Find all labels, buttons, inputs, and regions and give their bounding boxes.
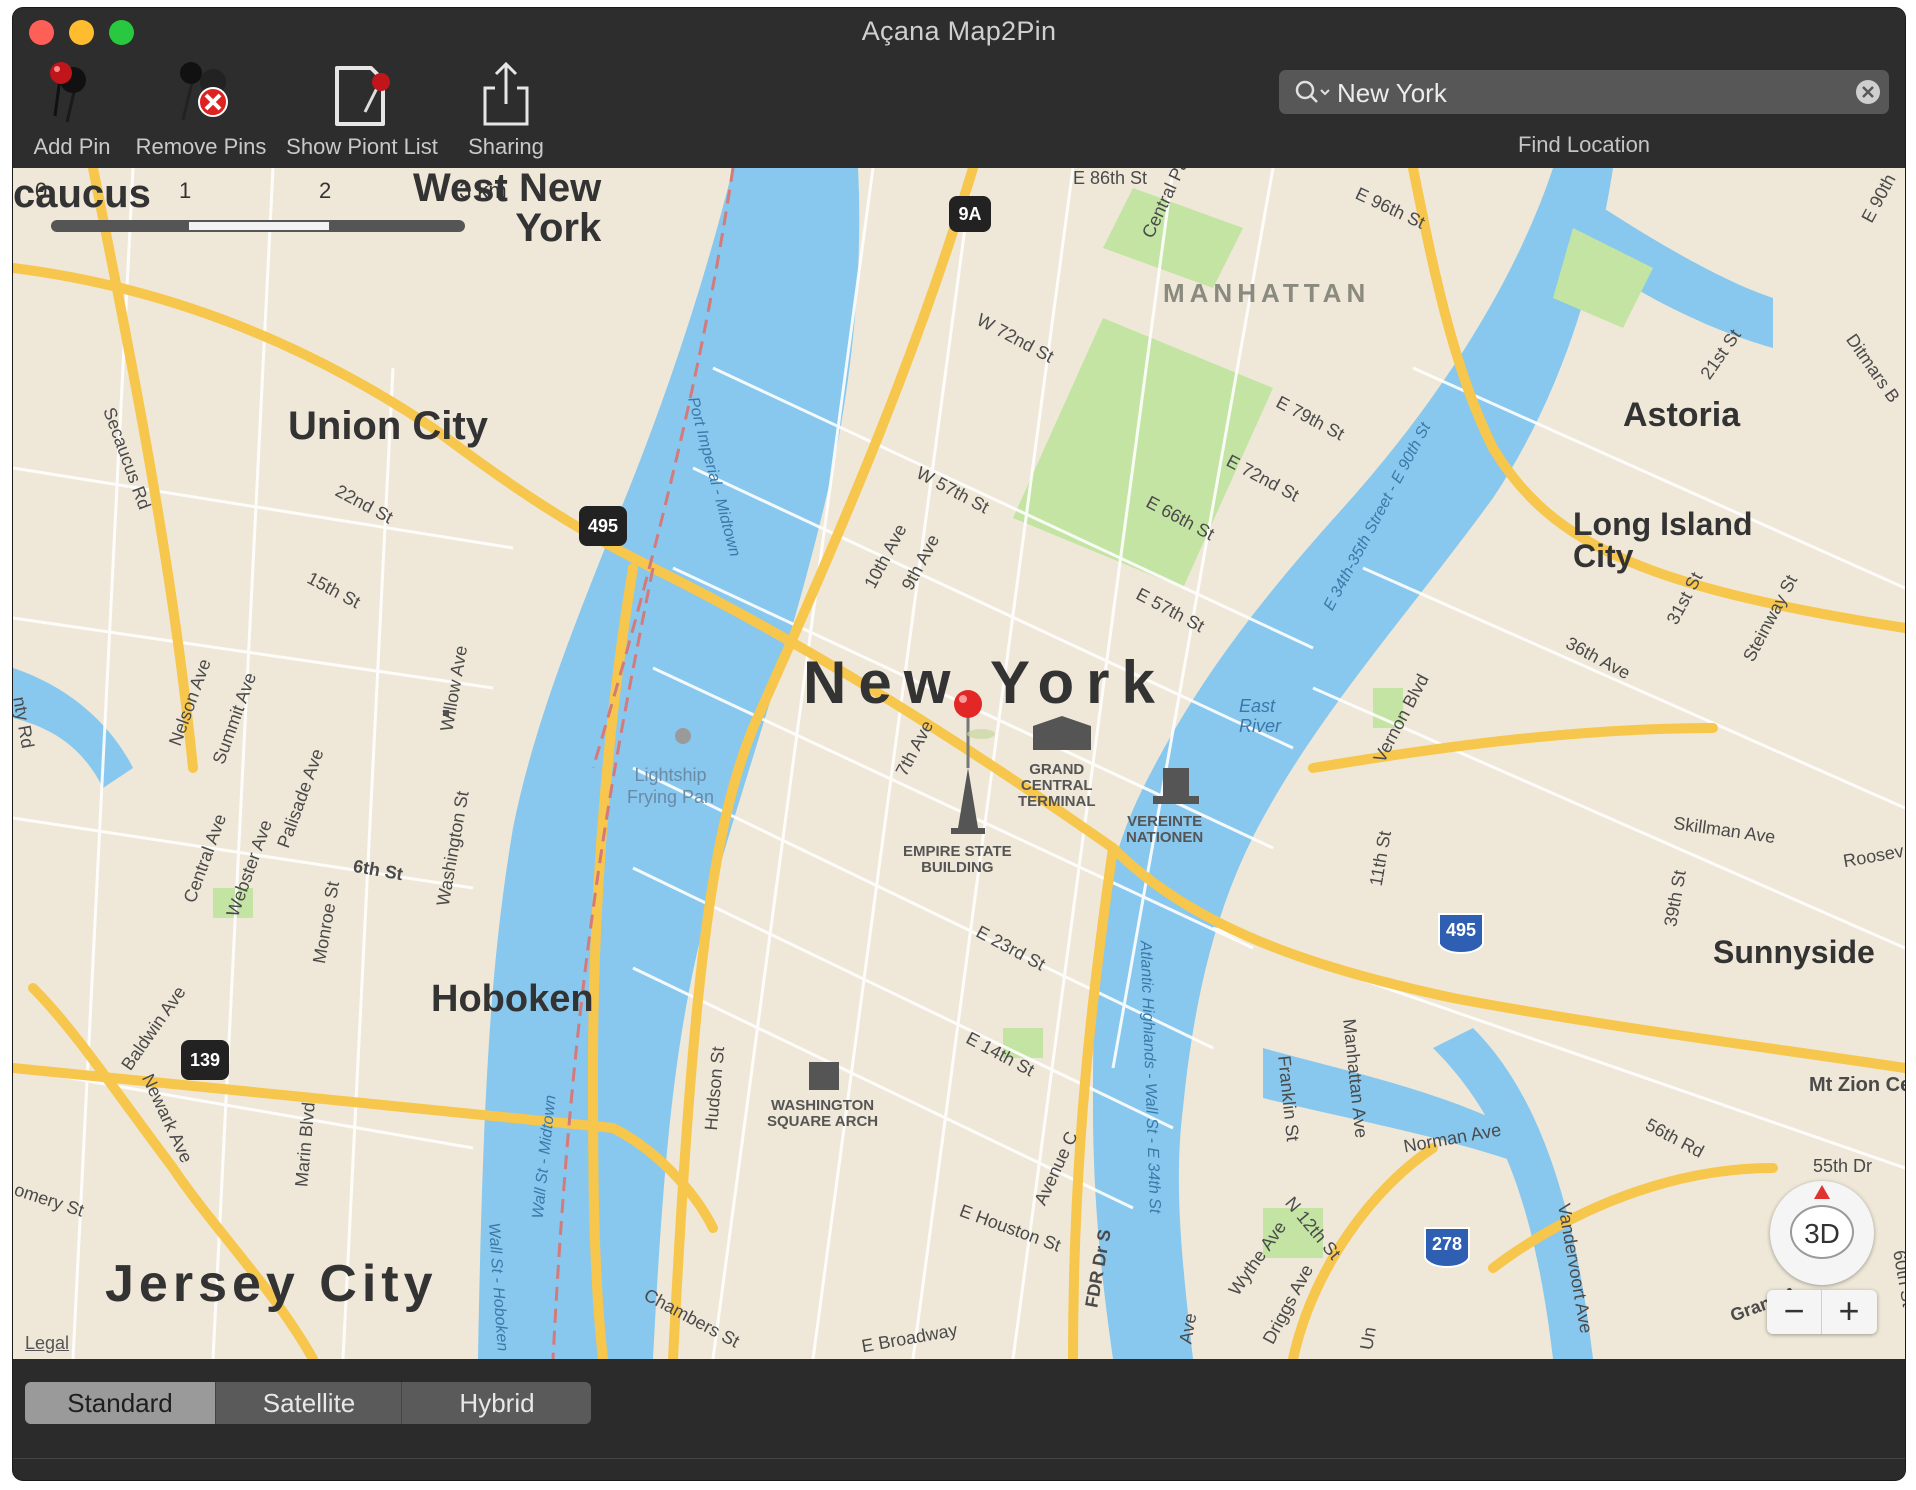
- label-union-city: Union City: [288, 404, 488, 448]
- point-list-icon: [285, 58, 439, 128]
- zoom-control: − +: [1767, 1290, 1877, 1334]
- share-icon: [451, 58, 561, 128]
- shield-495-ny: 495: [1445, 920, 1477, 940]
- zoom-in-button[interactable]: +: [1822, 1290, 1876, 1334]
- window-title: Açana Map2Pin: [861, 16, 1057, 46]
- street-label: 55th Dr: [1813, 1156, 1873, 1176]
- search-icon: [1295, 80, 1330, 103]
- label-washington-arch: WASHINGTON SQUARE ARCH: [767, 1097, 879, 1130]
- label-east-river: East River: [1239, 696, 1282, 736]
- label-empire-state: EMPIRE STATE BUILDING: [903, 843, 1012, 876]
- add-pin-label: Add Pin: [33, 134, 111, 159]
- clear-search-icon[interactable]: [1855, 79, 1881, 105]
- label-hoboken: Hoboken: [431, 978, 594, 1020]
- shield-139: 139: [189, 1050, 221, 1070]
- find-location-label: Find Location: [1517, 132, 1651, 157]
- scale-2: 2: [319, 178, 332, 203]
- map-view[interactable]: 0 1 2 3 km caucus West New York MANHATTA…: [13, 168, 1905, 1359]
- legal-link[interactable]: Legal: [25, 1333, 69, 1354]
- scale-1: 1: [179, 178, 192, 203]
- sharing-label: Sharing: [468, 134, 544, 159]
- bottom-bar: Standard Satellite Hybrid: [13, 1359, 1905, 1480]
- label-west-new-york: West New York: [413, 168, 602, 250]
- label-sunnyside: Sunnyside: [1713, 934, 1875, 970]
- app-window: Açana Map2Pin Add Pin Remove Pins Show P…: [13, 8, 1905, 1480]
- shield-9a: 9A: [958, 204, 982, 224]
- remove-pins-button[interactable]: Remove Pins: [131, 58, 271, 162]
- pin-icon: [27, 58, 117, 128]
- standard-view-button[interactable]: Standard: [25, 1382, 215, 1424]
- remove-pins-icon: [131, 58, 271, 128]
- street-label: E 86th St: [1073, 168, 1148, 188]
- shield-278: 278: [1431, 1234, 1463, 1254]
- label-long-island-city: Long Island City: [1573, 506, 1753, 574]
- label-new-york: New York: [803, 649, 1167, 716]
- show-point-list-button[interactable]: Show Piont List: [285, 58, 439, 162]
- label-manhattan: MANHATTAN: [1163, 278, 1371, 308]
- compass-label: 3D: [1790, 1205, 1854, 1259]
- toolbar: Açana Map2Pin Add Pin Remove Pins Show P…: [13, 8, 1905, 168]
- remove-pins-label: Remove Pins: [135, 134, 267, 159]
- label-vereinte-nationen: VEREINTE NATIONEN: [1126, 813, 1204, 846]
- compass-needle-icon: [1814, 1185, 1830, 1199]
- compass-3d-button[interactable]: 3D: [1770, 1181, 1874, 1285]
- scale-bar: [51, 220, 465, 232]
- satellite-view-button[interactable]: Satellite: [215, 1382, 402, 1424]
- map-type-segmented-control: Standard Satellite Hybrid: [25, 1382, 591, 1424]
- label-secaucus: caucus: [13, 172, 151, 216]
- label-grand-central: GRAND CENTRAL TERMINAL: [1018, 761, 1096, 810]
- add-pin-button[interactable]: Add Pin: [27, 58, 117, 162]
- label-astoria: Astoria: [1623, 396, 1741, 434]
- shield-495-nj: 495: [587, 516, 619, 536]
- street-label: Un: [1356, 1325, 1380, 1352]
- show-point-list-label: Show Piont List: [286, 134, 438, 159]
- hybrid-view-button[interactable]: Hybrid: [401, 1382, 591, 1424]
- search-input[interactable]: [1335, 70, 1829, 116]
- divider: [13, 1458, 1905, 1459]
- label-jersey-city: Jersey City: [105, 1255, 438, 1313]
- sharing-button[interactable]: Sharing: [451, 58, 561, 162]
- label-lightship: Lightship Frying Pan: [627, 765, 715, 807]
- find-location-search[interactable]: [1279, 70, 1889, 116]
- zoom-out-button[interactable]: −: [1767, 1290, 1822, 1334]
- label-mt-zion: Mt Zion Ce: [1809, 1074, 1905, 1096]
